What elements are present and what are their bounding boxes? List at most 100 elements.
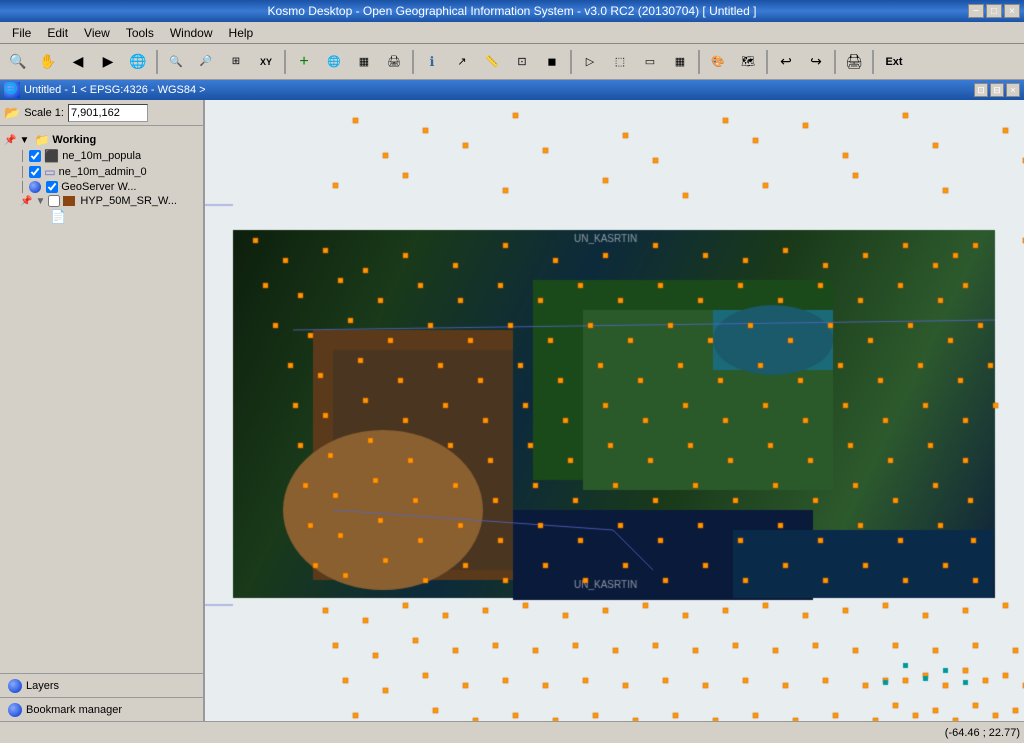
scale-input[interactable]: [68, 104, 148, 122]
measure-button[interactable]: 📏: [478, 48, 506, 76]
sep3: [412, 50, 414, 74]
pan-button[interactable]: ✋: [34, 48, 62, 76]
select2-button[interactable]: ▷: [576, 48, 604, 76]
print-button[interactable]: 🖨: [840, 48, 868, 76]
map-canvas[interactable]: [205, 100, 1024, 721]
main-content: 📂 Scale 1: 📌 ▼ 📁 Working │: [0, 100, 1024, 721]
map-minimize-button[interactable]: ⊟: [990, 83, 1004, 97]
pin-icon: 📌: [4, 135, 16, 146]
layer4-name: HYP_50M_SR_W...: [80, 195, 177, 207]
redo-button[interactable]: ↪: [802, 48, 830, 76]
back-button[interactable]: ◀: [64, 48, 92, 76]
ext-button[interactable]: Ext: [878, 48, 910, 76]
layers-tab[interactable]: Layers: [0, 673, 203, 697]
3d-button[interactable]: ◼: [538, 48, 566, 76]
layer3-name: GeoServer W...: [61, 181, 136, 193]
edit-button[interactable]: ▭: [636, 48, 664, 76]
layer-pin-icon: │: [20, 151, 26, 162]
select3-button[interactable]: ⬚: [606, 48, 634, 76]
geoserver-globe-icon: [29, 181, 41, 193]
folder-icon: 📁: [34, 133, 49, 147]
snap-button[interactable]: ⊡: [508, 48, 536, 76]
map-view[interactable]: [205, 100, 1024, 721]
sep8: [872, 50, 874, 74]
map-window: 🌐 Untitled - 1 < EPSG:4326 - WGS84 > ⊡ ⊟…: [0, 80, 1024, 721]
group-label: Working: [52, 134, 96, 146]
map-window-controls: ⊡ ⊟ ×: [974, 83, 1020, 97]
coordinates-display: (-64.46 ; 22.77): [945, 727, 1020, 739]
zoom-rect-button[interactable]: 🔍: [162, 48, 190, 76]
menu-file[interactable]: File: [4, 24, 39, 42]
forward-button[interactable]: ▶: [94, 48, 122, 76]
menu-view[interactable]: View: [76, 24, 118, 42]
map-window-title: Untitled - 1 < EPSG:4326 - WGS84 >: [24, 84, 206, 96]
open-folder-icon[interactable]: 📂: [4, 105, 20, 121]
layer2-checkbox[interactable]: [29, 166, 41, 178]
add-layer-button[interactable]: +: [290, 48, 318, 76]
info-button[interactable]: ℹ: [418, 48, 446, 76]
full-extent-button[interactable]: ⊞: [222, 48, 250, 76]
menu-edit[interactable]: Edit: [39, 24, 76, 42]
bookmark-globe-icon: [8, 703, 22, 717]
layer1-icon: ⬛: [44, 149, 59, 163]
menu-window[interactable]: Window: [162, 24, 221, 42]
xy-button[interactable]: XY: [252, 48, 280, 76]
wms-button[interactable]: 🌐: [320, 48, 348, 76]
sep6: [766, 50, 768, 74]
layer3-checkbox[interactable]: [46, 181, 58, 193]
maximize-button[interactable]: □: [986, 4, 1002, 18]
table-button[interactable]: ▦: [666, 48, 694, 76]
print-preview-button[interactable]: 🖨: [380, 48, 408, 76]
layer-geoserver-group: │ GeoServer W...: [2, 180, 201, 194]
sep5: [698, 50, 700, 74]
sep7: [834, 50, 836, 74]
map-restore-button[interactable]: ⊡: [974, 83, 988, 97]
globe-button[interactable]: 🌐: [124, 48, 152, 76]
menu-tools[interactable]: Tools: [118, 24, 162, 42]
expand-icon[interactable]: ▼: [19, 135, 31, 146]
zoom-in-button[interactable]: 🔍: [4, 48, 32, 76]
layer4-checkbox[interactable]: [48, 195, 60, 207]
layer-group-header[interactable]: 📌 ▼ 📁 Working: [2, 132, 201, 148]
layer3-pin-icon: │: [20, 182, 26, 193]
style-button[interactable]: 🎨: [704, 48, 732, 76]
title-bar: Kosmo Desktop - Open Geographical Inform…: [0, 0, 1024, 22]
layer2-pin-icon: │: [20, 167, 26, 178]
bookmark-tab[interactable]: Bookmark manager: [0, 697, 203, 721]
layer-item-raster[interactable]: 📌 ▼ HYP_50M_SR_W...: [2, 194, 201, 208]
layers-globe-icon: [8, 679, 22, 693]
window-controls: − □ ×: [968, 4, 1020, 18]
layer-item-admin[interactable]: │ ▭ ne_10m_admin_0: [2, 164, 201, 180]
left-panel: 📂 Scale 1: 📌 ▼ 📁 Working │: [0, 100, 205, 721]
layers-tab-label: Layers: [26, 680, 59, 692]
scale-label: Scale 1:: [24, 107, 64, 119]
layer-group-working: 📌 ▼ 📁 Working │ ⬛ ne_10m_popula │: [2, 130, 201, 227]
app-title: Kosmo Desktop - Open Geographical Inform…: [268, 4, 757, 18]
sep2: [284, 50, 286, 74]
sep4: [570, 50, 572, 74]
raster-sub-item: 📄: [2, 208, 201, 225]
wfs-button[interactable]: ▦: [350, 48, 378, 76]
status-bar: (-64.46 ; 22.77): [0, 721, 1024, 743]
map-title-bar: 🌐 Untitled - 1 < EPSG:4326 - WGS84 > ⊡ ⊟…: [0, 80, 1024, 100]
layer-item-population[interactable]: │ ⬛ ne_10m_popula: [2, 148, 201, 164]
layer-panel-bottom: Layers Bookmark manager: [0, 673, 203, 721]
layer1-checkbox[interactable]: [29, 150, 41, 162]
select-button[interactable]: ↗: [448, 48, 476, 76]
layer-tree: 📌 ▼ 📁 Working │ ⬛ ne_10m_popula │: [0, 126, 203, 673]
sep1: [156, 50, 158, 74]
bookmark-tab-label: Bookmark manager: [26, 704, 122, 716]
map-close-button[interactable]: ×: [1006, 83, 1020, 97]
scale-bar: 📂 Scale 1:: [0, 100, 203, 126]
undo-button[interactable]: ↩: [772, 48, 800, 76]
zoom-out-button[interactable]: 🔎: [192, 48, 220, 76]
layer2-icon: ▭: [44, 165, 55, 179]
raster-button[interactable]: 🗺: [734, 48, 762, 76]
map-globe-icon: 🌐: [4, 82, 20, 98]
minimize-button[interactable]: −: [968, 4, 984, 18]
layer2-name: ne_10m_admin_0: [59, 166, 147, 178]
menu-help[interactable]: Help: [221, 24, 262, 42]
close-button[interactable]: ×: [1004, 4, 1020, 18]
layer4-expand-icon: ▼: [35, 196, 45, 207]
layer-item-geoserver[interactable]: │ GeoServer W...: [10, 180, 201, 194]
